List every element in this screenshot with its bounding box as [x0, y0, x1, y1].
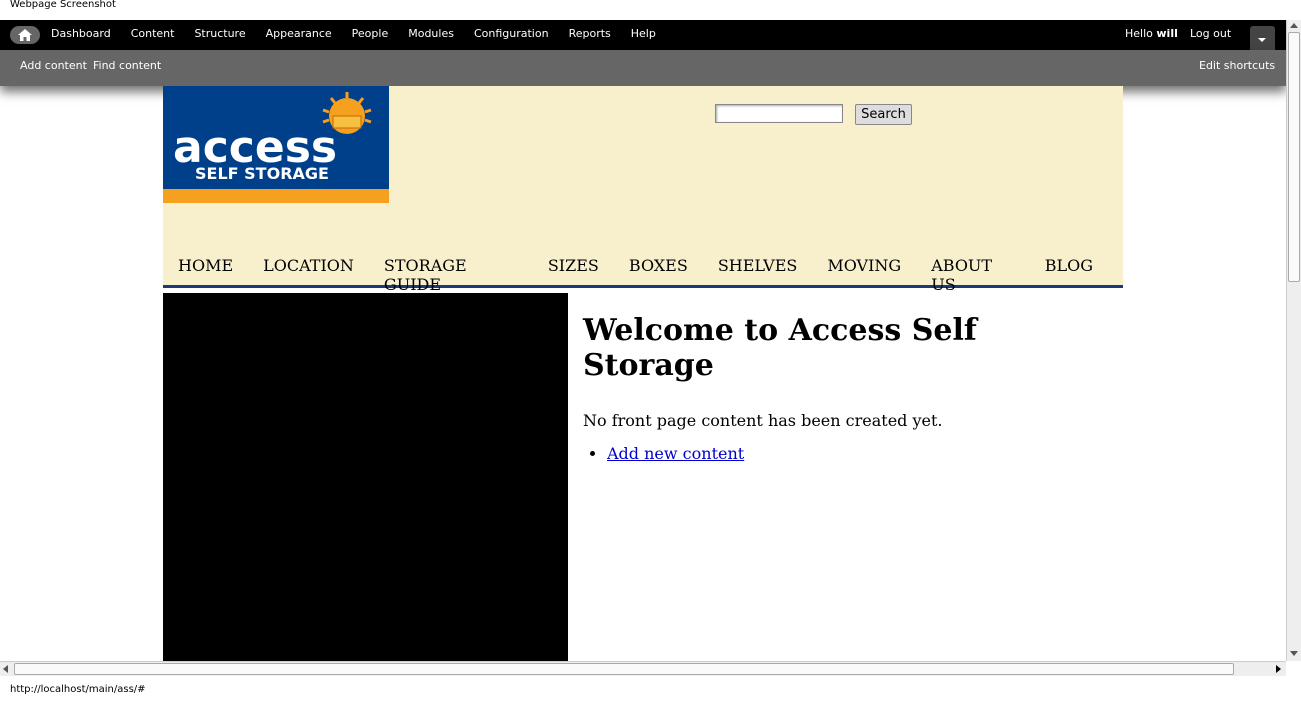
empty-message: No front page content has been created y…: [583, 411, 943, 430]
nav-shelves[interactable]: SHELVES: [718, 256, 798, 294]
admin-toolbar: Dashboard Content Structure Appearance P…: [0, 20, 1286, 50]
admin-menu: Dashboard Content Structure Appearance P…: [51, 20, 676, 50]
search-input[interactable]: [715, 104, 843, 123]
greeting-text: Hello: [1125, 27, 1157, 40]
home-icon: [18, 29, 32, 41]
nav-moving[interactable]: MOVING: [827, 256, 901, 294]
main-content: Welcome to Access Self Storage No front …: [583, 293, 1103, 463]
user-greeting: Hello will: [1125, 20, 1178, 48]
horizontal-scroll-thumb[interactable]: [14, 663, 1234, 675]
home-button[interactable]: [10, 26, 40, 44]
nav-boxes[interactable]: BOXES: [629, 256, 688, 294]
scroll-left-icon[interactable]: [3, 665, 8, 673]
nav-blog[interactable]: BLOG: [1045, 256, 1093, 294]
admin-menu-content[interactable]: Content: [131, 20, 175, 50]
toolbar-drawer-toggle[interactable]: [1250, 26, 1275, 50]
sidebar-media-block: [163, 293, 568, 661]
search-button[interactable]: Search: [855, 104, 912, 125]
vertical-scroll-thumb[interactable]: [1288, 32, 1300, 282]
admin-menu-people[interactable]: People: [352, 20, 389, 50]
shortcut-add-content[interactable]: Add content: [20, 50, 87, 82]
shortcuts-bar: Add content Find content Edit shortcuts: [0, 50, 1286, 86]
site-header: access SELF STORAGE Search HOME LOCATION…: [163, 86, 1123, 294]
admin-menu-configuration[interactable]: Configuration: [474, 20, 549, 50]
admin-menu-help[interactable]: Help: [631, 20, 656, 50]
logo-tagline: SELF STORAGE: [195, 164, 329, 183]
admin-menu-reports[interactable]: Reports: [569, 20, 611, 50]
content-links: Add new content: [583, 444, 1103, 463]
username[interactable]: will: [1156, 27, 1177, 40]
status-bar: http://localhost/main/ass/#: [10, 684, 146, 695]
admin-menu-structure[interactable]: Structure: [194, 20, 245, 50]
nav-location[interactable]: LOCATION: [263, 256, 354, 294]
admin-menu-modules[interactable]: Modules: [408, 20, 454, 50]
shortcut-find-content[interactable]: Find content: [93, 50, 161, 82]
add-new-content-link[interactable]: Add new content: [607, 444, 744, 463]
page-title: Welcome to Access Self Storage: [583, 313, 977, 383]
horizontal-scrollbar[interactable]: [0, 661, 1286, 676]
admin-menu-appearance[interactable]: Appearance: [266, 20, 332, 50]
edit-shortcuts-link[interactable]: Edit shortcuts: [1199, 50, 1275, 82]
list-item: Add new content: [607, 444, 1103, 463]
scroll-down-icon[interactable]: [1290, 651, 1298, 656]
browser-viewport: Dashboard Content Structure Appearance P…: [0, 20, 1286, 661]
scroll-right-icon[interactable]: [1276, 665, 1281, 673]
site-logo[interactable]: access SELF STORAGE: [163, 86, 389, 203]
vertical-scrollbar[interactable]: [1286, 20, 1301, 661]
nav-storage-guide[interactable]: STORAGE GUIDE: [384, 256, 518, 294]
window-title: Webpage Screenshot: [10, 0, 116, 10]
nav-home[interactable]: HOME: [178, 256, 233, 294]
nav-about-us[interactable]: ABOUT US: [931, 256, 1015, 294]
nav-sizes[interactable]: SIZES: [548, 256, 599, 294]
logout-link[interactable]: Log out: [1190, 20, 1231, 48]
primary-nav: HOME LOCATION STORAGE GUIDE SIZES BOXES …: [178, 256, 1123, 294]
scroll-up-icon[interactable]: [1290, 23, 1298, 28]
admin-menu-dashboard[interactable]: Dashboard: [51, 20, 111, 50]
